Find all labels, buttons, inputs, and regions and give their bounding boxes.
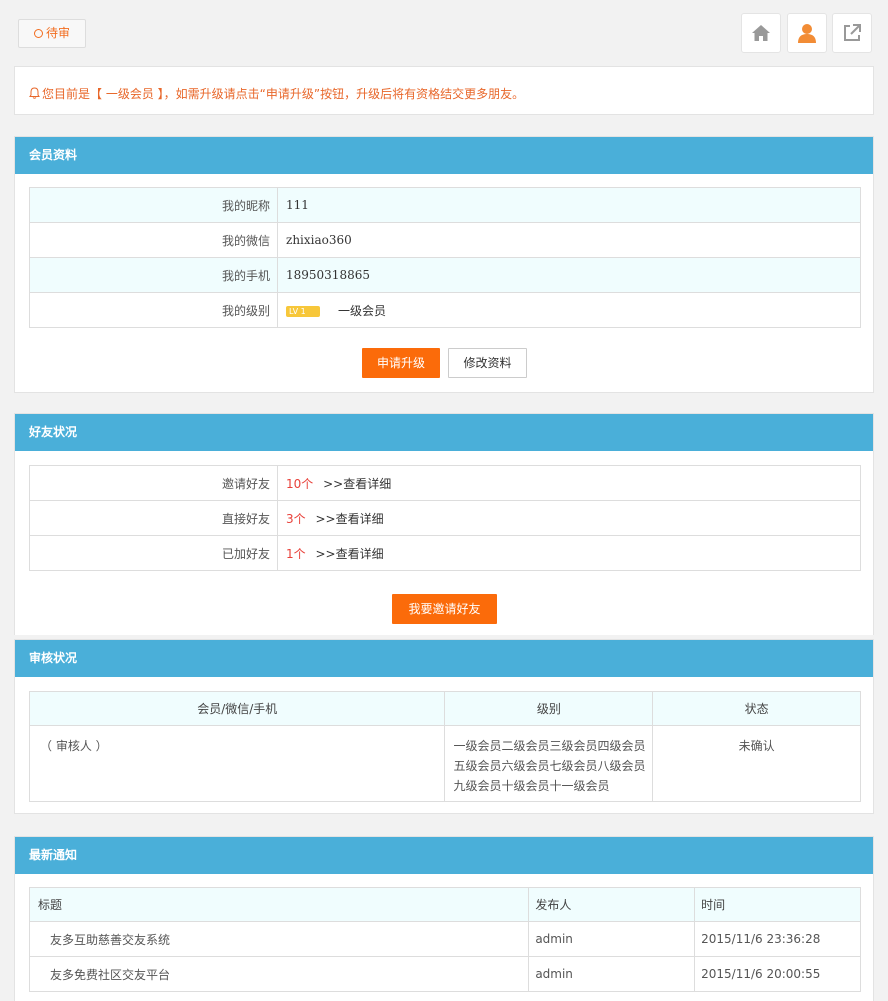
level-label: 我的级别 [29,292,278,328]
news-col-time: 时间 [694,887,861,922]
news-panel: 最新通知 标题 发布人 时间 友多互助慈善交友系统 admin 2015/11/… [14,836,874,1001]
news-title-cell[interactable]: 友多互助慈善交友系统 [28,921,530,957]
table-row[interactable]: 友多互助慈善交友系统 admin 2015/11/6 23:36:28 [28,921,861,957]
direct-count: 3个 [286,511,306,526]
home-icon [752,25,770,41]
friends-panel: 好友状况 邀请好友 10个 >>查看详细 直接好友 3个 >>查看详细 已加好友… [14,413,874,635]
news-author-cell: admin [528,956,696,992]
friends-title: 好友状况 [15,414,873,451]
added-label: 已加好友 [29,535,278,571]
news-time-cell: 2015/11/6 23:36:28 [694,921,861,957]
review-levels: 一级会员二级会员三级会员四级会员五级会员六级会员七级会员八级会员九级会员十级会员… [444,725,654,802]
review-col-member: 会员/微信/手机 [28,691,446,726]
invited-label: 邀请好友 [29,465,278,501]
status-label: 待审 [45,26,70,40]
external-link-icon [844,24,861,41]
added-details-link[interactable]: >>查看详细 [315,547,383,561]
bell-icon [29,87,40,99]
profile-row-wechat: 我的微信 zhixiao360 [29,222,861,258]
review-title: 审核状况 [15,640,873,677]
direct-label: 直接好友 [29,500,278,536]
phone-label: 我的手机 [29,257,278,293]
profile-title: 会员资料 [15,137,873,174]
friends-row-invited: 邀请好友 10个 >>查看详细 [29,465,861,501]
status-button[interactable]: 待审 [18,19,86,48]
news-time-cell: 2015/11/6 20:00:55 [694,956,861,992]
profile-panel: 会员资料 我的昵称 111 我的微信 zhixiao360 我的手机 18950… [14,136,874,393]
review-table: 会员/微信/手机 级别 状态 （ 审核人 ） 一级会员二级会员三级会员四级会员五… [28,691,861,802]
nickname-value: 111 [277,187,861,223]
user-icon [798,24,816,43]
upgrade-notice: 您目前是【 一级会员 】，如需升级请点击“申请升级”按钮，升级后将有资格结交更多… [14,66,874,115]
external-link-button[interactable] [832,13,872,53]
review-col-status: 状态 [652,691,861,726]
direct-cell: 3个 >>查看详细 [277,500,861,536]
invite-friends-button[interactable]: 我要邀请好友 [392,594,497,624]
review-col-level: 级别 [444,691,654,726]
upgrade-button[interactable]: 申请升级 [362,348,440,378]
user-button[interactable] [787,13,827,53]
nickname-label: 我的昵称 [29,187,278,223]
added-cell: 1个 >>查看详细 [277,535,861,571]
review-panel: 审核状况 会员/微信/手机 级别 状态 （ 审核人 ） 一级会员二级会员三级会员… [14,639,874,814]
wechat-label: 我的微信 [29,222,278,258]
review-header-row: 会员/微信/手机 级别 状态 [28,691,861,726]
invited-details-link[interactable]: >>查看详细 [323,477,391,491]
news-table: 标题 发布人 时间 友多互助慈善交友系统 admin 2015/11/6 23:… [28,887,861,992]
invited-count: 10个 [286,476,314,491]
news-author-cell: admin [528,921,696,957]
review-status: 未确认 [652,725,861,802]
clock-icon [33,29,43,38]
news-header-row: 标题 发布人 时间 [28,887,861,922]
friends-table: 邀请好友 10个 >>查看详细 直接好友 3个 >>查看详细 已加好友 1个 >… [29,465,861,571]
news-title-cell[interactable]: 友多免费社区交友平台 [28,956,530,992]
top-bar: 待审 [0,0,888,62]
news-col-title: 标题 [28,887,530,922]
news-title: 最新通知 [15,837,873,874]
table-row: （ 审核人 ） 一级会员二级会员三级会员四级会员五级会员六级会员七级会员八级会员… [28,725,861,802]
profile-row-level: 我的级别 LV 1 一级会员 [29,292,861,328]
level-badge: LV 1 [286,305,320,317]
friends-row-added: 已加好友 1个 >>查看详细 [29,535,861,571]
table-row[interactable]: 友多免费社区交友平台 admin 2015/11/6 20:00:55 [28,956,861,992]
level-value: 一级会员 [338,303,387,318]
level-cell: LV 1 一级会员 [277,292,861,328]
invited-cell: 10个 >>查看详细 [277,465,861,501]
phone-value: 18950318865 [277,257,861,293]
news-col-author: 发布人 [528,887,696,922]
profile-row-nickname: 我的昵称 111 [29,187,861,223]
added-count: 1个 [286,546,306,561]
friends-row-direct: 直接好友 3个 >>查看详细 [29,500,861,536]
home-button[interactable] [741,13,781,53]
direct-details-link[interactable]: >>查看详细 [315,512,383,526]
notice-text: 您目前是【 一级会员 】，如需升级请点击“申请升级”按钮，升级后将有资格结交更多… [42,87,525,101]
review-member: （ 审核人 ） [28,725,446,802]
edit-profile-button[interactable]: 修改资料 [448,348,527,378]
wechat-value: zhixiao360 [277,222,861,258]
profile-row-phone: 我的手机 18950318865 [29,257,861,293]
profile-table: 我的昵称 111 我的微信 zhixiao360 我的手机 1895031886… [29,187,861,328]
